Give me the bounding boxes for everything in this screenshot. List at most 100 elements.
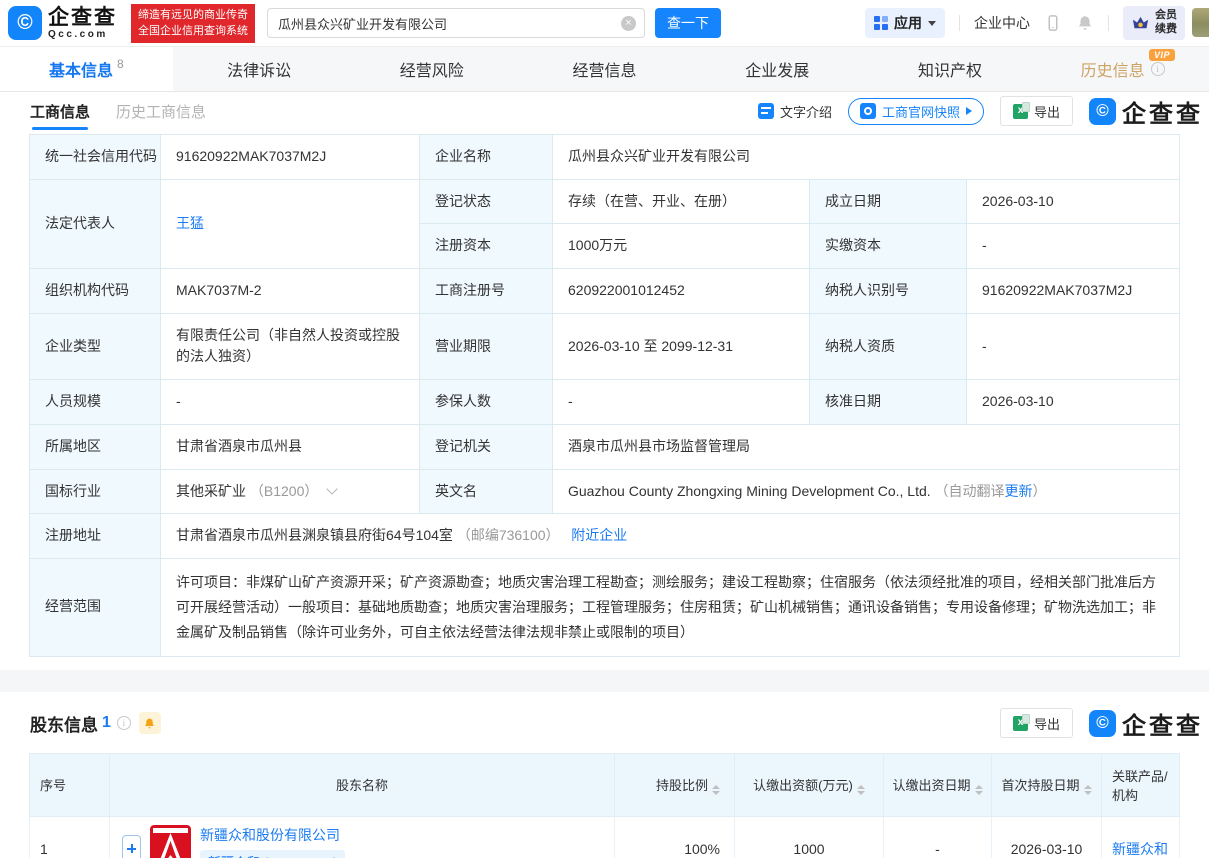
member-renew-button[interactable]: 会员 续费 — [1123, 6, 1185, 40]
field-label: 登记机关 — [419, 423, 553, 470]
industry-code: （B1200） — [249, 482, 319, 499]
nearby-companies-link[interactable]: 附近企业 — [571, 527, 627, 543]
tab-operation-risk[interactable]: 经营风险 — [345, 47, 518, 91]
bell-icon — [145, 718, 155, 728]
col-subscribed-amount[interactable]: 认缴出资额(万元) — [734, 752, 884, 817]
vip-badge: VIP — [1149, 49, 1176, 61]
field-label: 参保人数 — [419, 379, 553, 425]
tab-basic-info-count: 8 — [117, 57, 124, 71]
col-ratio[interactable]: 持股比例 — [614, 752, 735, 817]
field-value: - — [160, 379, 420, 425]
business-info-table: 统一社会信用代码 91620922MAK7037M2J 企业名称 瓜州县众兴矿业… — [29, 134, 1180, 657]
field-label: 英文名 — [419, 468, 553, 515]
sort-icon[interactable] — [712, 784, 720, 795]
field-value: - — [966, 223, 1180, 270]
field-value: - — [966, 312, 1180, 381]
search-input[interactable]: 瓜州县众兴矿业开发有限公司 — [267, 8, 645, 38]
chevron-down-icon — [928, 20, 936, 26]
shareholders-table: 序号 股东名称 持股比例 认缴出资额(万元) 认缴出资日期 首次持股日期 关联产… — [29, 752, 1180, 858]
field-label: 成立日期 — [809, 178, 967, 225]
shareholder-name-link[interactable]: 新疆众和股份有限公司 — [200, 825, 340, 845]
translate-refresh-link[interactable]: 更新 — [1005, 483, 1033, 499]
slogan-banner: 缔造有远见的商业传奇 全国企业信用查询系统 — [131, 3, 255, 43]
qcc-logo-text: 企查查 — [48, 5, 117, 29]
legal-rep-link[interactable]: 王猛 — [176, 215, 204, 231]
info-icon — [116, 716, 131, 731]
first-holding-date: 2026-03-10 — [991, 815, 1102, 858]
shareholders-title: 股东信息 — [30, 715, 98, 735]
field-label: 实缴资本 — [809, 223, 967, 270]
text-intro-button[interactable]: 文字介绍 — [757, 102, 832, 121]
field-label: 所属地区 — [29, 423, 161, 470]
shareholders-count: 1 — [102, 714, 111, 732]
qcc-watermark: 企查查 — [1089, 706, 1203, 741]
related-product: 新疆众和 — [1101, 815, 1180, 858]
registered-address: 甘肃省酒泉市瓜州县渊泉镇县府街64号104室 — [176, 527, 453, 544]
info-icon — [1150, 62, 1165, 76]
user-avatar[interactable] — [1192, 8, 1209, 37]
field-value: 甘肃省酒泉市瓜州县 — [160, 423, 420, 470]
qcc-logo-subtext: Qcc.com — [48, 28, 108, 40]
postal-code: （邮编736100） — [456, 527, 560, 544]
export-button[interactable]: 导出 — [999, 96, 1073, 126]
chevron-down-icon[interactable] — [326, 482, 338, 495]
sort-icon[interactable] — [1083, 784, 1092, 795]
industry-name: 其他采矿业 — [176, 482, 246, 499]
holding-ratio: 100% — [614, 815, 735, 858]
tab-legal-proceedings[interactable]: 法律诉讼 — [173, 47, 346, 91]
sub-toolbar: 工商信息 历史工商信息 文字介绍 工商官网快照 导出 企查查 — [0, 92, 1209, 130]
field-label: 纳税人资质 — [809, 312, 967, 381]
apps-menu-button[interactable]: 应用 — [865, 8, 945, 38]
qcc-logo[interactable]: 企查查 Qcc.com — [8, 6, 117, 40]
slogan-line2: 全国企业信用查询系统 — [138, 25, 248, 37]
tab-intellectual-property[interactable]: 知识产权 — [864, 47, 1037, 91]
table-row: 统一社会信用代码 91620922MAK7037M2J 企业名称 瓜州县众兴矿业… — [29, 134, 1180, 180]
field-value: 2026-03-10 — [966, 379, 1180, 425]
mobile-app-icon[interactable] — [1044, 14, 1062, 32]
field-label: 企业类型 — [29, 312, 161, 381]
field-value: 王猛 — [160, 178, 420, 270]
document-icon — [757, 103, 774, 119]
field-label: 经营范围 — [29, 557, 161, 657]
tab-history-info[interactable]: VIP 历史信息 — [1036, 47, 1209, 91]
apps-grid-icon — [874, 16, 888, 30]
field-value: 620922001012452 — [552, 268, 810, 314]
subtab-business-info[interactable]: 工商信息 — [30, 92, 90, 130]
search-button[interactable]: 查一下 — [655, 8, 721, 38]
field-value: Guazhou County Zhongxing Mining Developm… — [552, 468, 1180, 515]
monitor-bell-button[interactable] — [138, 712, 161, 735]
table-row: 1 新疆众和股份有限公司 100% 1000 - 2026-03-10 新疆众和 — [29, 815, 1180, 858]
field-label: 注册资本 — [419, 223, 553, 270]
notifications-bell-icon[interactable] — [1076, 14, 1094, 32]
tab-basic-info[interactable]: 基本信息 8 — [0, 47, 173, 91]
sort-icon[interactable] — [974, 784, 983, 795]
field-label: 纳税人识别号 — [809, 268, 967, 314]
export-shareholders-button[interactable]: 导出 — [999, 708, 1073, 739]
related-product-link[interactable]: 新疆众和 — [1112, 841, 1168, 857]
official-snapshot-button[interactable]: 工商官网快照 — [847, 97, 984, 125]
crown-icon — [1132, 16, 1149, 28]
col-first-holding-date[interactable]: 首次持股日期 — [991, 752, 1102, 817]
clear-search-icon[interactable] — [621, 15, 636, 31]
tab-operation-info[interactable]: 经营信息 — [518, 47, 691, 91]
business-scope: 许可项目：非煤矿山矿产资源开采；矿产资源勘查；地质灾害治理工程勘查；测绘服务；建… — [176, 573, 1156, 640]
arrow-right-icon — [965, 107, 972, 115]
stock-ticker-tag[interactable]: 新疆众和 (600888.SH) — [200, 849, 346, 858]
sort-icon[interactable] — [856, 784, 865, 795]
table-row: 国标行业 其他采矿业 （B1200） 英文名 Guazhou County Zh… — [29, 468, 1180, 515]
field-label: 人员规模 — [29, 379, 161, 425]
field-label: 工商注册号 — [419, 268, 553, 314]
field-label: 登记状态 — [419, 178, 553, 225]
table-row: 组织机构代码 MAK7037M-2 工商注册号 620922001012452 … — [29, 268, 1180, 314]
subtab-history-business-info[interactable]: 历史工商信息 — [116, 92, 206, 130]
field-label: 营业期限 — [419, 312, 553, 381]
enterprise-center-link[interactable]: 企业中心 — [974, 13, 1030, 33]
excel-icon — [1012, 713, 1030, 731]
table-row: 企业类型 有限责任公司（非自然人投资或控股的法人独资） 营业期限 2026-03… — [29, 312, 1180, 381]
col-subscribed-date[interactable]: 认缴出资日期 — [883, 752, 992, 817]
divider — [1108, 15, 1109, 31]
col-related-products: 关联产品/机构 — [1101, 752, 1180, 817]
expand-row-button[interactable] — [122, 835, 141, 858]
tab-company-development[interactable]: 企业发展 — [691, 47, 864, 91]
qcc-watermark-icon — [1089, 97, 1116, 125]
